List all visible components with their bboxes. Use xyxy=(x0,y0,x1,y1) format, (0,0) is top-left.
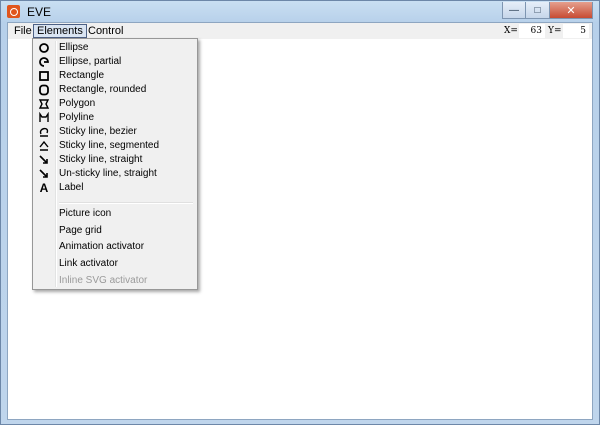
menu-separator xyxy=(59,202,193,204)
menu-item-ellipse[interactable]: Ellipse xyxy=(35,41,195,55)
elements-dropdown-menu: Ellipse Ellipse, partial Rectangle Recta… xyxy=(32,38,198,290)
menu-item-sticky-bezier[interactable]: Sticky line, bezier xyxy=(35,125,195,139)
menu-item-label: Picture icon xyxy=(59,208,112,219)
menu-control[interactable]: Control xyxy=(84,24,127,38)
menu-item-picture-icon[interactable]: Picture icon xyxy=(35,207,195,221)
y-coord-value: 5 xyxy=(563,24,589,38)
menu-item-sticky-segmented[interactable]: Sticky line, segmented xyxy=(35,139,195,153)
menu-item-label: Rectangle xyxy=(59,70,105,81)
menu-item-ellipse-partial[interactable]: Ellipse, partial xyxy=(35,55,195,69)
rectangle-icon xyxy=(38,70,50,82)
menu-file[interactable]: File xyxy=(10,24,36,38)
straight-line-icon xyxy=(38,154,50,166)
menu-item-label: Sticky line, straight xyxy=(59,154,143,165)
menu-item-inline-svg-activator: Inline SVG activator xyxy=(35,274,195,288)
menu-item-sticky-straight[interactable]: Sticky line, straight xyxy=(35,153,195,167)
menu-item-label: Ellipse, partial xyxy=(59,56,122,67)
title-bar[interactable]: EVE — □ ✕ xyxy=(1,1,599,22)
unsticky-line-icon xyxy=(38,168,50,180)
menu-item-label: Polyline xyxy=(59,112,95,123)
menu-bar: File Elements Control X= 63 Y= 5 xyxy=(8,23,592,39)
ellipse-partial-icon xyxy=(38,56,50,68)
menu-item-label: Inline SVG activator xyxy=(59,275,148,286)
polyline-icon xyxy=(38,112,50,124)
app-window: EVE — □ ✕ File Elements Control X= 63 Y=… xyxy=(0,0,600,425)
menu-item-label: Link activator xyxy=(59,258,118,269)
menu-item-label: Sticky line, bezier xyxy=(59,126,137,137)
menu-item-link-activator[interactable]: Link activator xyxy=(35,257,195,271)
segmented-line-icon xyxy=(38,140,50,152)
menu-item-polyline[interactable]: Polyline xyxy=(35,111,195,125)
label-icon: A xyxy=(39,181,49,195)
polygon-icon xyxy=(38,98,50,110)
menu-item-label: Polygon xyxy=(59,98,96,109)
maximize-icon: □ xyxy=(534,4,541,16)
menu-item-rectangle[interactable]: Rectangle xyxy=(35,69,195,83)
menu-item-rectangle-rounded[interactable]: Rectangle, rounded xyxy=(35,83,195,97)
maximize-button[interactable]: □ xyxy=(526,2,550,19)
menu-item-label: Sticky line, segmented xyxy=(59,140,160,151)
menu-elements[interactable]: Elements xyxy=(33,24,87,38)
close-icon: ✕ xyxy=(566,4,576,17)
close-button[interactable]: ✕ xyxy=(550,2,593,19)
y-coord-label: Y= xyxy=(548,26,562,36)
menu-item-page-grid[interactable]: Page grid xyxy=(35,224,195,238)
x-coord-value: 63 xyxy=(519,24,545,38)
window-title: EVE xyxy=(27,5,52,19)
menu-item-label: Page grid xyxy=(59,225,102,236)
rectangle-rounded-icon xyxy=(38,84,50,96)
menu-item-label: Animation activator xyxy=(59,241,145,252)
menu-item-label: Label xyxy=(59,182,84,193)
menu-item-label: Un-sticky line, straight xyxy=(59,168,157,179)
ellipse-icon xyxy=(38,42,50,54)
menu-item-animation-activator[interactable]: Animation activator xyxy=(35,240,195,254)
menu-item-polygon[interactable]: Polygon xyxy=(35,97,195,111)
menu-item-label: Rectangle, rounded xyxy=(59,84,147,95)
menu-item-unsticky-straight[interactable]: Un-sticky line, straight xyxy=(35,167,195,181)
minimize-button[interactable]: — xyxy=(502,2,526,19)
menu-item-label-element[interactable]: A Label xyxy=(35,181,195,195)
x-coord-label: X= xyxy=(504,26,518,36)
app-logo-icon[interactable] xyxy=(7,5,20,18)
bezier-line-icon xyxy=(38,126,50,138)
minimize-icon: — xyxy=(509,4,519,16)
menu-item-label: Ellipse xyxy=(59,42,89,53)
